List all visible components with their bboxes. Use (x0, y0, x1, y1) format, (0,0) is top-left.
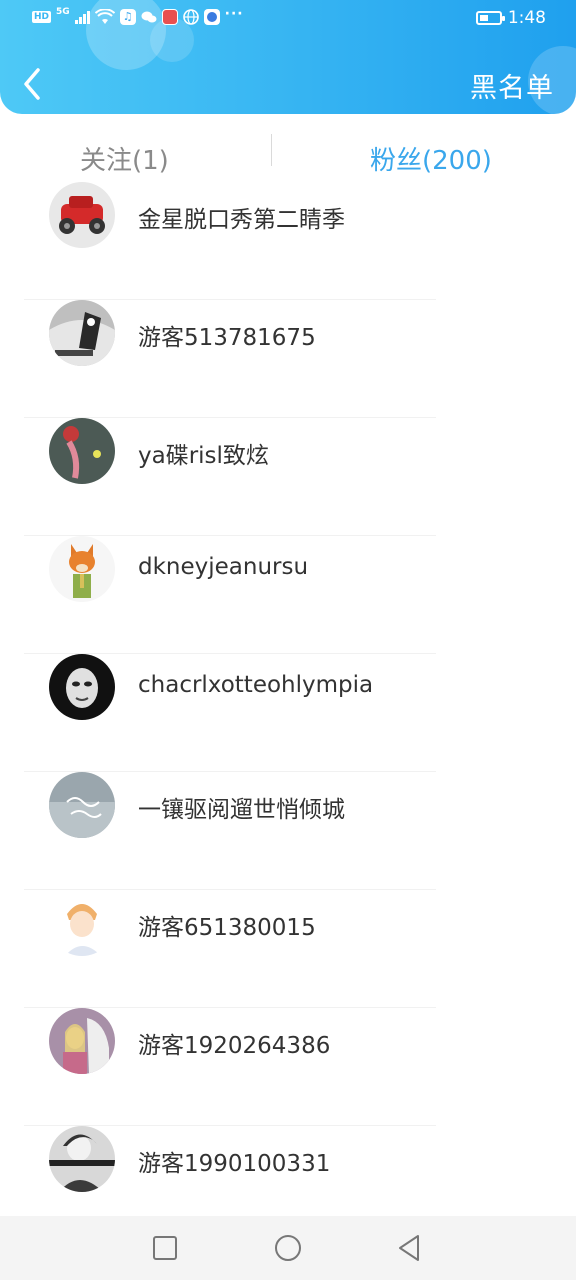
blacklist-button[interactable]: 黑名单 (470, 66, 554, 105)
triangle-back-icon[interactable] (394, 1232, 426, 1264)
list-item[interactable]: 游客651380015 (0, 890, 576, 1008)
fan-name: chacrlxotteohlympia (138, 672, 374, 698)
avatar[interactable] (49, 654, 115, 720)
tab-divider (271, 134, 272, 166)
clock: 1:48 (507, 8, 546, 28)
list-item[interactable]: 金星脱口秀第二睛季 (0, 182, 576, 300)
tab-fans[interactable]: 粉丝(200) (370, 140, 492, 177)
browser-app-icon (203, 9, 220, 25)
avatar[interactable] (49, 772, 115, 838)
signal-icon (74, 10, 90, 24)
system-nav-bar (0, 1216, 576, 1280)
list-item[interactable]: 一镶驱阅遛世悄倾城 (0, 772, 576, 890)
circle-home-icon[interactable] (272, 1232, 304, 1264)
avatar[interactable] (49, 300, 115, 366)
hd-badge: HD (32, 11, 52, 23)
avatar[interactable] (49, 418, 115, 484)
fan-name: 游客1920264386 (138, 1033, 331, 1059)
globe-icon (182, 9, 199, 25)
fan-name: 游客1990100331 (138, 1151, 331, 1177)
fan-name: 游客651380015 (138, 915, 316, 941)
app-header: HD 5G ♫ ··· 1:48 黑名单 (0, 0, 576, 114)
tab-bar: 关注(1) 粉丝(200) (0, 114, 576, 182)
chevron-left-icon (24, 68, 40, 100)
music-app-icon: ♫ (119, 9, 136, 25)
fan-name: ya碟risl致炫 (138, 443, 269, 469)
list-item[interactable]: ya碟risl致炫 (0, 418, 576, 536)
avatar[interactable] (49, 182, 115, 248)
battery-icon (475, 11, 505, 25)
square-recents-icon[interactable] (149, 1232, 181, 1264)
tab-following[interactable]: 关注(1) (80, 140, 169, 177)
back-button[interactable] (18, 64, 48, 104)
fan-name: dkneyjeanursu (138, 554, 309, 580)
list-item[interactable]: 游客513781675 (0, 300, 576, 418)
avatar[interactable] (49, 536, 115, 602)
wifi-icon (94, 9, 115, 24)
fans-list: 金星脱口秀第二睛季 游客513781675 ya碟risl致炫 dkneyjea… (0, 182, 576, 1244)
fan-name: 金星脱口秀第二睛季 (138, 207, 345, 233)
status-bar: HD 5G ♫ ··· 1:48 (0, 0, 576, 40)
list-item[interactable]: chacrlxotteohlympia (0, 654, 576, 772)
list-item[interactable]: 游客1920264386 (0, 1008, 576, 1126)
red-app-icon (161, 9, 178, 25)
more-notifications: ··· (224, 6, 244, 22)
avatar[interactable] (49, 890, 115, 956)
list-item[interactable]: dkneyjeanursu (0, 536, 576, 654)
network-type: 5G (56, 7, 70, 17)
avatar[interactable] (49, 1008, 115, 1074)
fan-name: 游客513781675 (138, 325, 316, 351)
fan-name: 一镶驱阅遛世悄倾城 (138, 797, 345, 823)
wechat-icon (141, 9, 157, 25)
avatar[interactable] (49, 1126, 115, 1192)
